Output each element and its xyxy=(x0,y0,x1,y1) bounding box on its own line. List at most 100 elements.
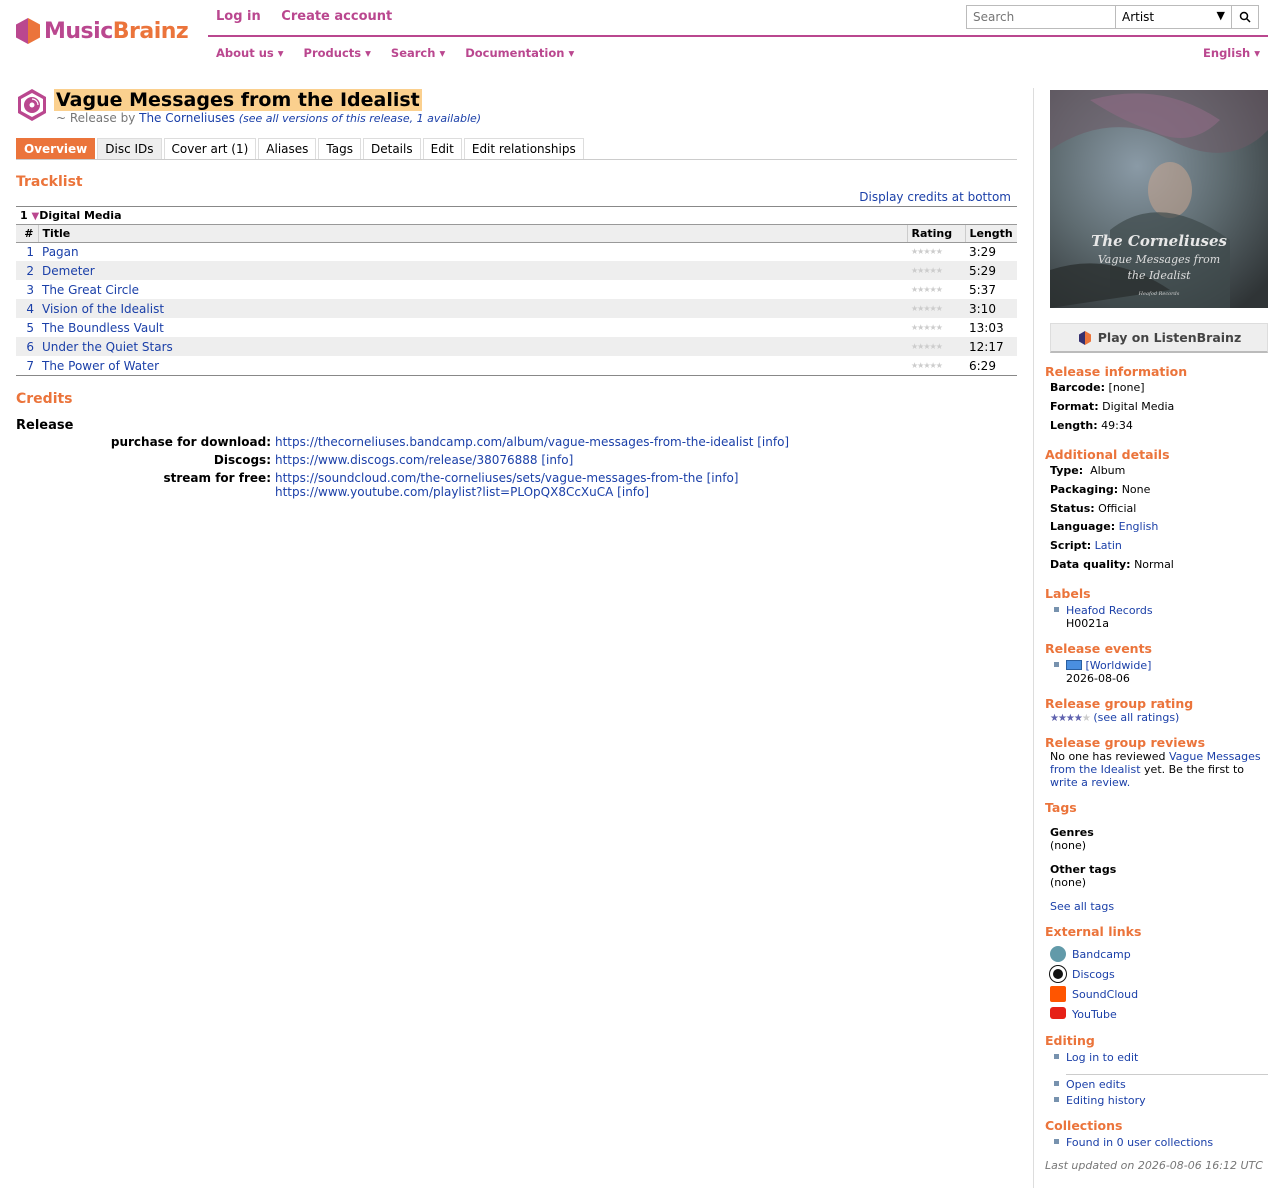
language-menu[interactable]: English ▾ xyxy=(1203,46,1260,60)
display-credits-link[interactable]: Display credits at bottom xyxy=(859,190,1011,204)
track-rating-stars[interactable]: ★★★★★ xyxy=(907,299,965,318)
tab-disc-ids[interactable]: Disc IDs xyxy=(97,138,162,160)
info-link[interactable]: [info] xyxy=(707,471,739,485)
discogs-url-link[interactable]: https://www.discogs.com/release/38076888 xyxy=(275,453,538,467)
info-link[interactable]: [info] xyxy=(617,485,649,499)
reviews-text: No one has reviewed Vague Messages from … xyxy=(1050,750,1261,789)
tab-edit-relationships[interactable]: Edit relationships xyxy=(463,138,584,160)
track-number[interactable]: 5 xyxy=(16,318,38,337)
type-row: Type: Album xyxy=(1050,464,1126,477)
info-link[interactable]: [info] xyxy=(757,435,789,449)
label-link[interactable]: Heafod Records xyxy=(1066,604,1153,617)
country-link[interactable]: [Worldwide] xyxy=(1086,659,1152,672)
track-rating-stars[interactable]: ★★★★★ xyxy=(907,280,965,299)
search-type-select[interactable]: Artist ▼ xyxy=(1115,5,1232,29)
tab-cover-art[interactable]: Cover art (1) xyxy=(163,138,257,160)
table-row: 3 The Great Circle ★★★★★ 5:37 xyxy=(16,280,1017,299)
youtube-link[interactable]: YouTube xyxy=(1072,1008,1117,1021)
track-title[interactable]: The Boundless Vault xyxy=(42,321,164,335)
search-input[interactable] xyxy=(966,5,1116,29)
log-in-to-edit-link[interactable]: Log in to edit xyxy=(1066,1051,1138,1064)
tab-details[interactable]: Details xyxy=(363,138,421,160)
script-link[interactable]: Latin xyxy=(1095,539,1122,552)
medium-row: 1 ▼Digital Media xyxy=(16,208,1017,224)
tab-overview[interactable]: Overview xyxy=(16,138,96,160)
track-number[interactable]: 4 xyxy=(16,299,38,318)
packaging-row: Packaging: None xyxy=(1050,483,1151,496)
track-title[interactable]: Pagan xyxy=(42,245,79,259)
tags-heading: Tags xyxy=(1045,800,1077,815)
bandcamp-icon xyxy=(1050,946,1066,962)
see-all-tags-link[interactable]: See all tags xyxy=(1050,900,1114,913)
rating-stars[interactable]: ★★★★★ ★★★★★ xyxy=(1050,713,1091,724)
data-quality-row: Data quality: Normal xyxy=(1050,558,1174,571)
tab-tags[interactable]: Tags xyxy=(318,138,361,160)
open-edits-link[interactable]: Open edits xyxy=(1066,1078,1126,1091)
track-title[interactable]: The Great Circle xyxy=(42,283,139,297)
language-row: Language: English xyxy=(1050,520,1159,533)
listenbrainz-icon xyxy=(1078,330,1091,345)
cover-art-image[interactable]: The Corneliuses Vague Messages from the … xyxy=(1050,90,1268,308)
release-subheading: ~ Release by The Corneliuses (see all ve… xyxy=(56,111,481,125)
youtube-url-link[interactable]: https://www.youtube.com/playlist?list=PL… xyxy=(275,485,613,499)
labels-heading: Labels xyxy=(1045,586,1091,601)
menu-about[interactable]: About us ▾ xyxy=(216,46,284,60)
soundcloud-link[interactable]: SoundCloud xyxy=(1072,988,1138,1001)
table-row: 2 Demeter ★★★★★ 5:29 xyxy=(16,261,1017,280)
listenbrainz-button[interactable]: Play on ListenBrainz xyxy=(1050,323,1268,353)
tabs-divider xyxy=(16,159,1017,160)
track-number[interactable]: 3 xyxy=(16,280,38,299)
bullet-icon xyxy=(1054,1054,1059,1059)
track-title[interactable]: Vision of the Idealist xyxy=(42,302,164,316)
track-title[interactable]: Demeter xyxy=(42,264,95,278)
track-title[interactable]: The Power of Water xyxy=(42,359,159,373)
bandcamp-link[interactable]: Bandcamp xyxy=(1072,948,1131,961)
bullet-icon xyxy=(1054,1097,1059,1102)
bandcamp-url-link[interactable]: https://thecorneliuses.bandcamp.com/albu… xyxy=(275,435,753,449)
table-row: 5 The Boundless Vault ★★★★★ 13:03 xyxy=(16,318,1017,337)
tab-edit[interactable]: Edit xyxy=(422,138,462,160)
track-title[interactable]: Under the Quiet Stars xyxy=(42,340,173,354)
external-links-heading: External links xyxy=(1045,924,1142,939)
track-rating-stars[interactable]: ★★★★★ xyxy=(907,356,965,375)
track-rating-stars[interactable]: ★★★★★ xyxy=(907,318,965,337)
status-row: Status: Official xyxy=(1050,502,1137,515)
credits-release-label: Release xyxy=(16,418,74,433)
track-rating-stars[interactable]: ★★★★★ xyxy=(907,242,965,261)
info-link[interactable]: [info] xyxy=(541,453,573,467)
track-number[interactable]: 7 xyxy=(16,356,38,375)
menu-products[interactable]: Products ▾ xyxy=(304,46,371,60)
discogs-link[interactable]: Discogs xyxy=(1072,968,1115,981)
tab-aliases[interactable]: Aliases xyxy=(258,138,317,160)
cover-title-line1: Vague Messages from xyxy=(1098,253,1220,266)
rg-rating-row: ★★★★★ ★★★★★ (see all ratings) xyxy=(1050,711,1179,724)
tracklist-bottom-divider xyxy=(16,375,1017,376)
bullet-icon xyxy=(1054,607,1059,612)
search-button[interactable] xyxy=(1231,5,1259,29)
artist-link[interactable]: The Corneliuses xyxy=(139,111,235,125)
track-rating-stars[interactable]: ★★★★★ xyxy=(907,261,965,280)
track-length: 3:29 xyxy=(969,244,996,259)
language-link[interactable]: English xyxy=(1119,520,1159,533)
see-all-versions-link[interactable]: (see all versions of this release, 1 ava… xyxy=(239,112,481,125)
track-number[interactable]: 2 xyxy=(16,261,38,280)
create-account-link[interactable]: Create account xyxy=(281,9,392,24)
musicbrainz-logo[interactable]: MusicBrainz xyxy=(16,18,189,44)
editing-history-link[interactable]: Editing history xyxy=(1066,1094,1146,1107)
menu-search[interactable]: Search ▾ xyxy=(391,46,445,60)
script-row: Script: Latin xyxy=(1050,539,1122,552)
write-review-link[interactable]: write a review. xyxy=(1050,776,1130,789)
release-information-heading: Release information xyxy=(1045,364,1188,379)
track-number[interactable]: 1 xyxy=(16,242,38,261)
sidebar-divider xyxy=(1033,88,1034,1188)
format-row: Format: Digital Media xyxy=(1050,400,1175,413)
track-rating-stars[interactable]: ★★★★★ xyxy=(907,337,965,356)
login-link[interactable]: Log in xyxy=(216,9,261,24)
see-all-ratings-link[interactable]: (see all ratings) xyxy=(1093,711,1179,724)
other-tags-value: (none) xyxy=(1050,876,1087,889)
medium-name[interactable]: Digital Media xyxy=(39,209,121,222)
menu-documentation[interactable]: Documentation ▾ xyxy=(465,46,574,60)
soundcloud-url-link[interactable]: https://soundcloud.com/the-corneliuses/s… xyxy=(275,471,703,485)
track-number[interactable]: 6 xyxy=(16,337,38,356)
collections-link[interactable]: Found in 0 user collections xyxy=(1066,1136,1213,1149)
